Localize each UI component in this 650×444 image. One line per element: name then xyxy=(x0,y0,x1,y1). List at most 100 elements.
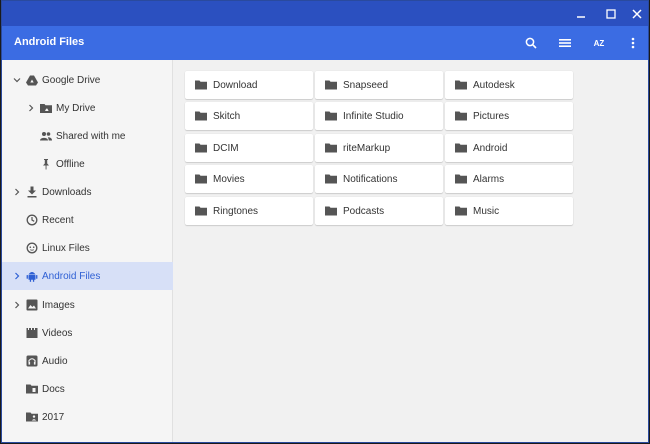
sidebar-item-linux-files[interactable]: Linux Files xyxy=(2,234,173,262)
sidebar: Google Drive My Drive Shared with me Off… xyxy=(2,60,173,442)
list-view-icon xyxy=(559,38,571,48)
folder-name: Download xyxy=(213,79,258,91)
folder-tile[interactable]: Pictures xyxy=(445,102,573,130)
folder-name: Podcasts xyxy=(343,205,385,217)
sidebar-item-label: Docs xyxy=(42,383,65,395)
sidebar-item-label: Images xyxy=(42,299,75,311)
sidebar-item-my-drive[interactable]: My Drive xyxy=(2,94,173,122)
folder-tile[interactable]: Skitch xyxy=(185,102,313,130)
app-title: Android Files xyxy=(14,36,85,48)
sidebar-item-audio[interactable]: Audio xyxy=(2,347,173,375)
folder-icon xyxy=(455,174,467,184)
sidebar-item-docs[interactable]: Docs xyxy=(2,375,173,403)
chevron-right-icon[interactable] xyxy=(26,103,36,113)
folder-name: Movies xyxy=(213,173,245,185)
folder-tile[interactable]: Autodesk xyxy=(445,71,573,99)
file-grid: Download Snapseed Autodesk Skitch Infini… xyxy=(174,60,648,442)
pin-icon xyxy=(40,158,52,170)
image-icon xyxy=(26,299,38,311)
docs-folder-icon xyxy=(26,383,38,395)
folder-name: riteMarkup xyxy=(343,142,391,154)
chevron-right-icon[interactable] xyxy=(12,187,22,197)
more-options-button[interactable] xyxy=(620,30,646,56)
folder-icon xyxy=(455,80,467,90)
folder-tile[interactable]: Infinite Studio xyxy=(315,102,443,130)
sidebar-item-label: Audio xyxy=(42,355,68,367)
folder-tile[interactable]: riteMarkup xyxy=(315,134,443,162)
folder-icon xyxy=(195,80,207,90)
folder-tile[interactable]: Movies xyxy=(185,165,313,193)
chevron-right-icon[interactable] xyxy=(12,271,22,281)
folder-icon xyxy=(455,143,467,153)
folder-shared-icon xyxy=(26,411,38,423)
sidebar-item-label: Linux Files xyxy=(42,242,90,254)
sidebar-item-android-files[interactable]: Android Files xyxy=(2,262,173,290)
audio-icon xyxy=(26,355,38,367)
chevron-down-icon[interactable] xyxy=(12,75,22,85)
clock-icon xyxy=(26,214,38,226)
sidebar-item-downloads[interactable]: Downloads xyxy=(2,178,173,206)
sidebar-item-label: 2017 xyxy=(42,411,65,423)
chevron-right-icon[interactable] xyxy=(12,300,22,310)
folder-tile[interactable]: Notifications xyxy=(315,165,443,193)
folder-name: Infinite Studio xyxy=(343,110,404,122)
folder-tile[interactable]: Alarms xyxy=(445,165,573,193)
sidebar-item-images[interactable]: Images xyxy=(2,291,173,319)
folder-name: Autodesk xyxy=(473,79,515,91)
sidebar-item-label: Recent xyxy=(42,214,74,226)
folder-tile[interactable]: Download xyxy=(185,71,313,99)
minimize-icon[interactable] xyxy=(567,1,595,26)
folder-tile[interactable]: Ringtones xyxy=(185,197,313,225)
sidebar-item-label: Shared with me xyxy=(56,130,126,142)
close-icon[interactable] xyxy=(623,1,648,26)
sidebar-item-google-drive[interactable]: Google Drive xyxy=(2,66,173,94)
folder-icon xyxy=(325,111,337,121)
list-view-button[interactable] xyxy=(552,30,578,56)
folder-name: Alarms xyxy=(473,173,505,185)
folder-tile[interactable]: DCIM xyxy=(185,134,313,162)
sidebar-item-label: My Drive xyxy=(56,102,96,114)
folder-icon xyxy=(195,206,207,216)
folder-name: Snapseed xyxy=(343,79,389,91)
sidebar-item-label: Downloads xyxy=(42,186,92,198)
sidebar-item-offline[interactable]: Offline xyxy=(2,150,173,178)
sidebar-item-2017[interactable]: 2017 xyxy=(2,403,173,431)
sidebar-item-label: Android Files xyxy=(42,270,101,282)
folder-drive-icon xyxy=(40,102,52,114)
sort-button[interactable]: AZ xyxy=(586,30,612,56)
folder-icon xyxy=(325,206,337,216)
sidebar-item-shared-with-me[interactable]: Shared with me xyxy=(2,122,173,150)
sidebar-item-label: Videos xyxy=(42,327,73,339)
folder-tile[interactable]: Podcasts xyxy=(315,197,443,225)
folder-icon xyxy=(195,143,207,153)
folder-icon xyxy=(325,80,337,90)
folder-icon xyxy=(195,174,207,184)
folder-name: Skitch xyxy=(213,110,241,122)
folder-icon xyxy=(455,206,467,216)
linux-icon xyxy=(26,242,38,254)
folder-tile[interactable]: Android xyxy=(445,134,573,162)
folder-tile[interactable]: Music xyxy=(445,197,573,225)
folder-name: Android xyxy=(473,142,508,154)
video-icon xyxy=(26,327,38,339)
app-header: Android Files AZ xyxy=(2,26,648,60)
sidebar-item-recent[interactable]: Recent xyxy=(2,206,173,234)
sidebar-item-label: Google Drive xyxy=(42,74,101,86)
search-icon xyxy=(525,37,537,49)
more-vert-icon xyxy=(631,37,635,49)
sidebar-item-videos[interactable]: Videos xyxy=(2,319,173,347)
maximize-icon[interactable] xyxy=(597,1,625,26)
folder-icon xyxy=(195,111,207,121)
folder-icon xyxy=(325,174,337,184)
folder-name: Pictures xyxy=(473,110,510,122)
folder-icon xyxy=(325,143,337,153)
folder-icon xyxy=(455,111,467,121)
drive-icon xyxy=(26,74,38,86)
people-icon xyxy=(40,130,52,142)
search-button[interactable] xyxy=(518,30,544,56)
android-icon xyxy=(26,270,38,282)
folder-name: Ringtones xyxy=(213,205,259,217)
folder-tile[interactable]: Snapseed xyxy=(315,71,443,99)
window-titlebar xyxy=(2,1,648,26)
sidebar-item-label: Offline xyxy=(56,158,85,170)
